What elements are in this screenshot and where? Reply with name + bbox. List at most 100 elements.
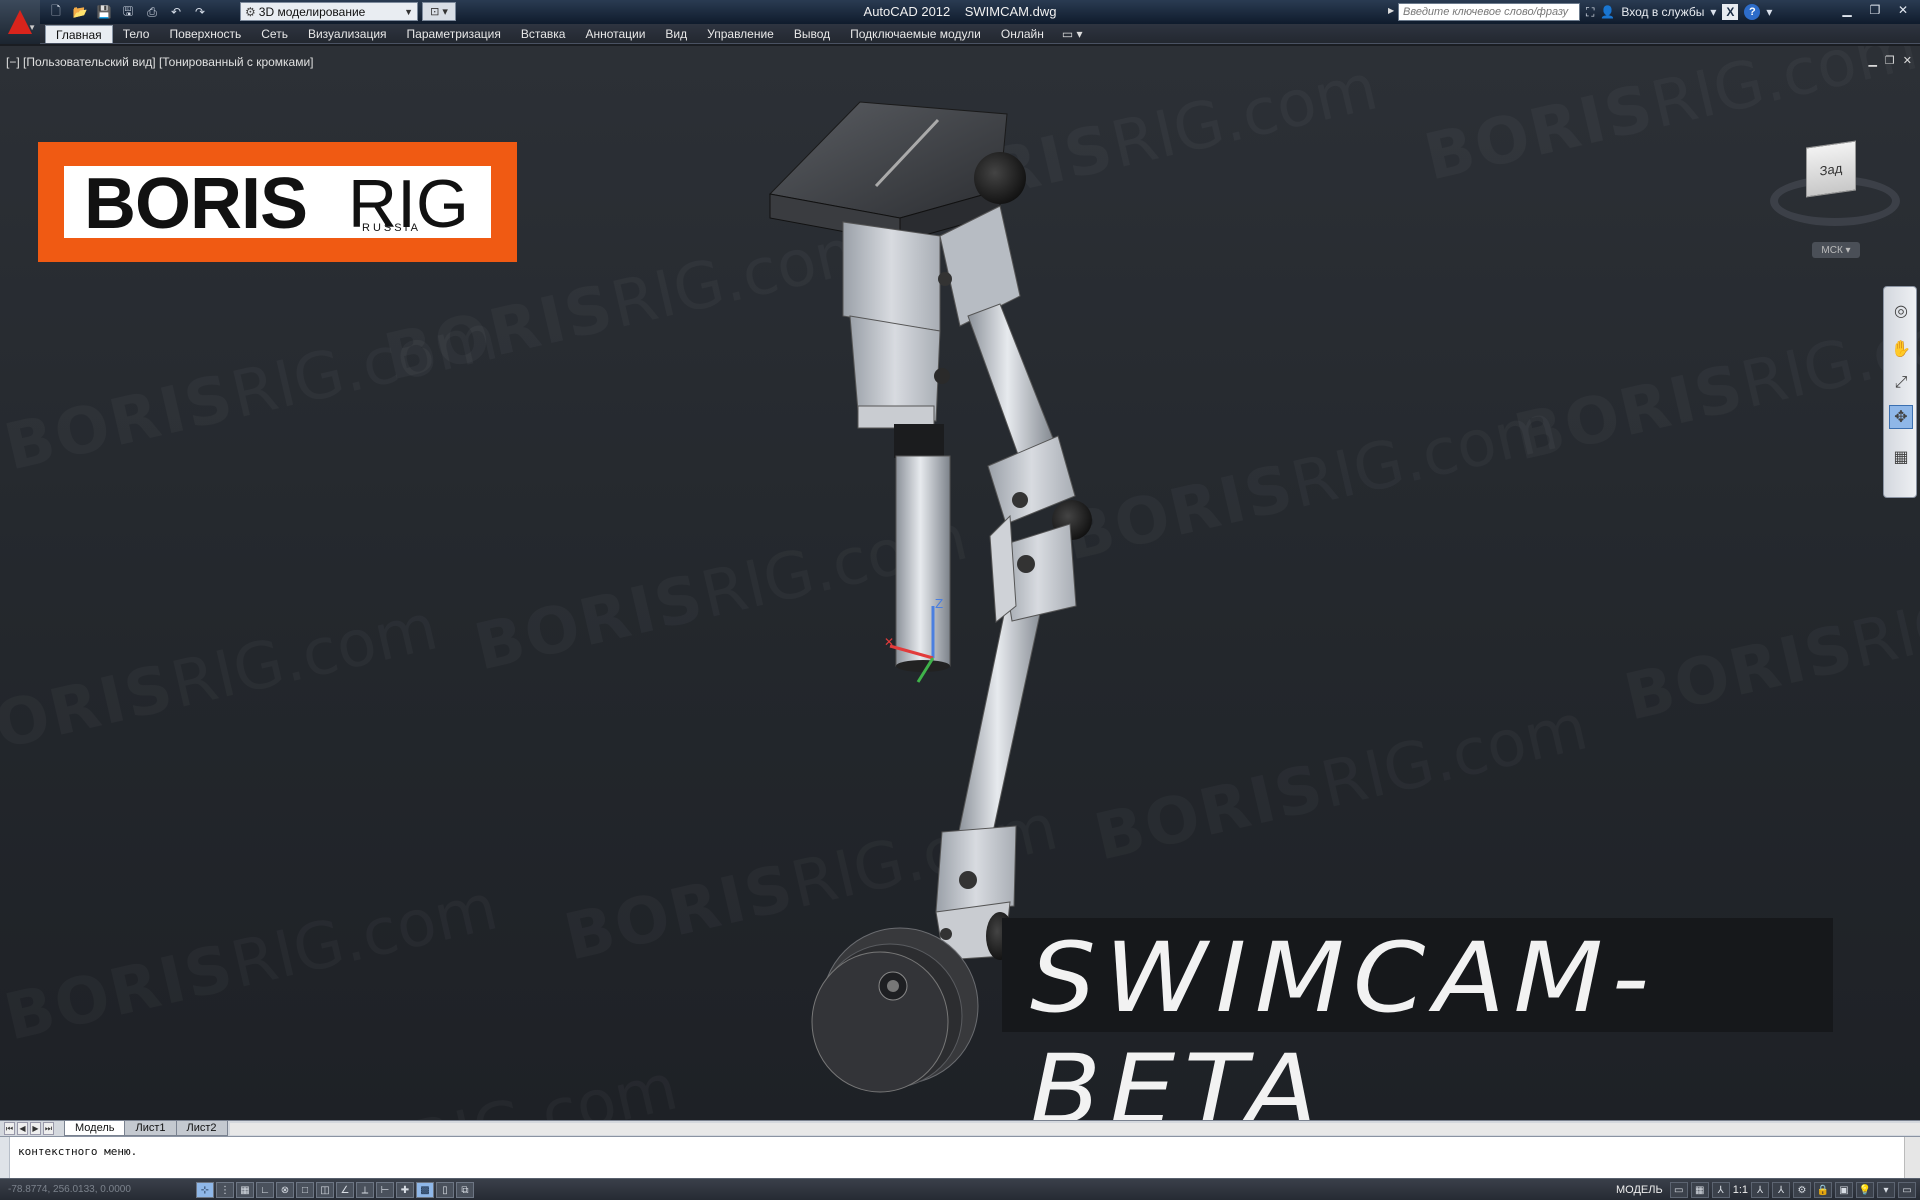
lwt-icon[interactable]: ✚ xyxy=(396,1182,414,1198)
ribbon-minimize-icon[interactable]: ▭ ▾ xyxy=(1062,25,1083,43)
exchange-icon[interactable]: X xyxy=(1722,4,1739,20)
close-icon[interactable]: ✕ xyxy=(1890,1,1916,19)
ribbon-tab[interactable]: Параметризация xyxy=(397,25,511,43)
help-icon[interactable]: ? xyxy=(1744,4,1761,20)
quick-view-layouts-icon[interactable]: ▭ xyxy=(1669,1182,1688,1198)
horizontal-scrollbar[interactable] xyxy=(230,1123,1920,1135)
coordinates-readout[interactable]: -78.8774, 256.0133, 0.0000 xyxy=(8,1184,131,1195)
dyn-icon[interactable]: ⊢ xyxy=(376,1182,394,1198)
login-button[interactable]: Вход в службы xyxy=(1621,5,1704,19)
minimize-icon[interactable]: ▁ xyxy=(1834,1,1860,19)
annotation-scale-icon[interactable]: ⅄ xyxy=(1711,1182,1730,1198)
swimcam-title-text: SWIMCAM-BETA xyxy=(1030,922,1658,1120)
ribbon-tabs: Главная Тело Поверхность Сеть Визуализация Па… xyxy=(45,25,1083,43)
chevron-down-icon: ▼ xyxy=(28,23,36,32)
open-file-icon[interactable]: 📂 xyxy=(70,3,90,21)
save-as-icon[interactable]: 🖫 xyxy=(118,3,138,21)
auto-scale-icon[interactable]: ⅄ xyxy=(1772,1182,1790,1198)
qp-icon[interactable]: ▯ xyxy=(436,1182,454,1198)
command-scrollbar[interactable] xyxy=(1904,1137,1920,1179)
ribbon-tab[interactable]: Сеть xyxy=(251,25,298,43)
ribbon-tab[interactable]: Вставка xyxy=(511,25,576,43)
search-input[interactable]: Введите ключевое слово/фразу xyxy=(1398,3,1580,21)
ribbon-tab[interactable]: Тело xyxy=(113,25,160,43)
redo-icon[interactable]: ↷ xyxy=(190,3,210,21)
window-controls: ▁ ❐ ✕ xyxy=(1834,1,1916,19)
save-icon[interactable]: 💾 xyxy=(94,3,114,21)
print-icon[interactable]: ⎙ xyxy=(142,3,162,21)
workspace-label: 3D моделирование xyxy=(258,4,366,19)
float-disc xyxy=(811,927,979,1093)
clean-screen-icon[interactable]: ▭ xyxy=(1898,1182,1916,1198)
view-cube-face[interactable]: Зад xyxy=(1806,140,1856,198)
chevron-down-icon[interactable]: ▾ xyxy=(1766,5,1772,19)
binoculars-icon[interactable]: ⛶ xyxy=(1586,5,1594,20)
ribbon-tab[interactable]: Управление xyxy=(697,25,784,43)
title-bar: ▼ 🗋 📂 💾 🖫 ⎙ ↶ ↷ ⚙ 3D моделирование ▼ ⊡ ▾… xyxy=(0,0,1920,44)
grid-icon[interactable]: ▦ xyxy=(236,1182,254,1198)
ribbon-tab[interactable]: Визуализация xyxy=(298,25,397,43)
tpy-icon[interactable]: ▩ xyxy=(416,1182,434,1198)
wcs-label: МСК xyxy=(1821,244,1843,256)
command-history-text: контекстного меню. xyxy=(18,1145,138,1158)
layout-tab[interactable]: Модель xyxy=(64,1121,126,1136)
steeringwheel-icon[interactable]: ◎ xyxy=(1889,299,1913,323)
svg-text:✕: ✕ xyxy=(884,635,894,649)
layout-tab[interactable]: Лист2 xyxy=(175,1121,228,1136)
orbit-icon[interactable]: ✥ xyxy=(1889,405,1913,429)
ducs-icon[interactable]: ⟂ xyxy=(356,1182,374,1198)
wcs-menu[interactable]: МСК ▾ xyxy=(1812,242,1860,258)
ortho-icon[interactable]: ∟ xyxy=(256,1182,274,1198)
undo-icon[interactable]: ↶ xyxy=(166,3,186,21)
last-layout-icon[interactable]: ⏭ xyxy=(43,1122,54,1135)
zoom-icon[interactable]: ⤢ xyxy=(1889,371,1913,395)
vertical-post xyxy=(894,424,951,672)
restore-icon[interactable]: ❐ xyxy=(1862,1,1888,19)
chevron-down-icon[interactable]: ▾ xyxy=(1710,5,1716,19)
status-menu-icon[interactable]: ▾ xyxy=(1877,1182,1895,1198)
quick-view-drawings-icon[interactable]: ▦ xyxy=(1690,1182,1709,1198)
user-icon: 👤 xyxy=(1600,5,1616,19)
workspace-extra-button[interactable]: ⊡ ▾ xyxy=(422,2,456,21)
ribbon-tab[interactable]: Аннотации xyxy=(575,25,655,43)
application-menu-button[interactable]: ▼ xyxy=(0,0,40,44)
otrack-icon[interactable]: ∠ xyxy=(336,1182,354,1198)
status-bar: -78.8774, 256.0133, 0.0000 ⊹ ⋮ ▦ ∟ ⊗ □ ◫… xyxy=(0,1178,1920,1200)
snap-icon[interactable]: ⋮ xyxy=(216,1182,234,1198)
infocenter-toolbar: ⛶ 👤 Вход в службы ▾ X ? ▾ xyxy=(1586,3,1772,21)
middle-joint-block xyxy=(987,435,1092,623)
first-layout-icon[interactable]: ⏮ xyxy=(4,1122,15,1135)
search-expand-icon[interactable]: ▶ xyxy=(1388,6,1394,15)
command-line-grip[interactable] xyxy=(0,1137,10,1179)
chevron-down-icon: ▼ xyxy=(404,6,413,17)
showmotion-icon[interactable]: ▦ xyxy=(1889,445,1913,469)
annotation-scale-value[interactable]: 1:1 xyxy=(1733,1184,1748,1196)
ribbon-tab[interactable]: Подключаемые модули xyxy=(840,25,991,43)
model-space-toggle[interactable]: МОДЕЛЬ xyxy=(1616,1184,1663,1196)
ribbon-tab[interactable]: Вид xyxy=(655,25,697,43)
osnap-icon[interactable]: □ xyxy=(296,1182,314,1198)
next-layout-icon[interactable]: ▶ xyxy=(30,1122,41,1135)
workspace-switch-icon[interactable]: ⚙ xyxy=(1793,1182,1811,1198)
sc-icon[interactable]: ⧉ xyxy=(456,1182,474,1198)
pan-hand-icon[interactable]: ✋ xyxy=(1889,337,1913,361)
polar-icon[interactable]: ⊗ xyxy=(276,1182,294,1198)
ribbon-tab-bar: Главная Тело Поверхность Сеть Визуализация Па… xyxy=(0,24,1920,44)
view-cube[interactable]: Зад xyxy=(1770,116,1900,236)
ribbon-tab[interactable]: Поверхность xyxy=(159,25,251,43)
hardware-accel-icon[interactable]: ▣ xyxy=(1835,1182,1853,1198)
ribbon-tab[interactable]: Главная xyxy=(45,25,113,43)
ribbon-tab[interactable]: Вывод xyxy=(784,25,840,43)
command-line[interactable]: контекстного меню. xyxy=(0,1136,1920,1179)
ribbon-tab[interactable]: Онлайн xyxy=(991,25,1054,43)
new-file-icon[interactable]: 🗋 xyxy=(46,3,66,21)
workspace-selector[interactable]: ⚙ 3D моделирование ▼ xyxy=(240,2,418,21)
isolate-objects-icon[interactable]: 💡 xyxy=(1856,1182,1874,1198)
3d-osnap-icon[interactable]: ◫ xyxy=(316,1182,334,1198)
drawing-viewport[interactable]: BORISRIG.comBORISRIG.comBORISRIG.comBORI… xyxy=(0,46,1920,1120)
infer-constraints-icon[interactable]: ⊹ xyxy=(196,1182,214,1198)
layout-tab[interactable]: Лист1 xyxy=(124,1121,177,1136)
prev-layout-icon[interactable]: ◀ xyxy=(17,1122,28,1135)
lock-icon[interactable]: 🔒 xyxy=(1814,1182,1832,1198)
annotation-visibility-icon[interactable]: ⅄ xyxy=(1751,1182,1769,1198)
